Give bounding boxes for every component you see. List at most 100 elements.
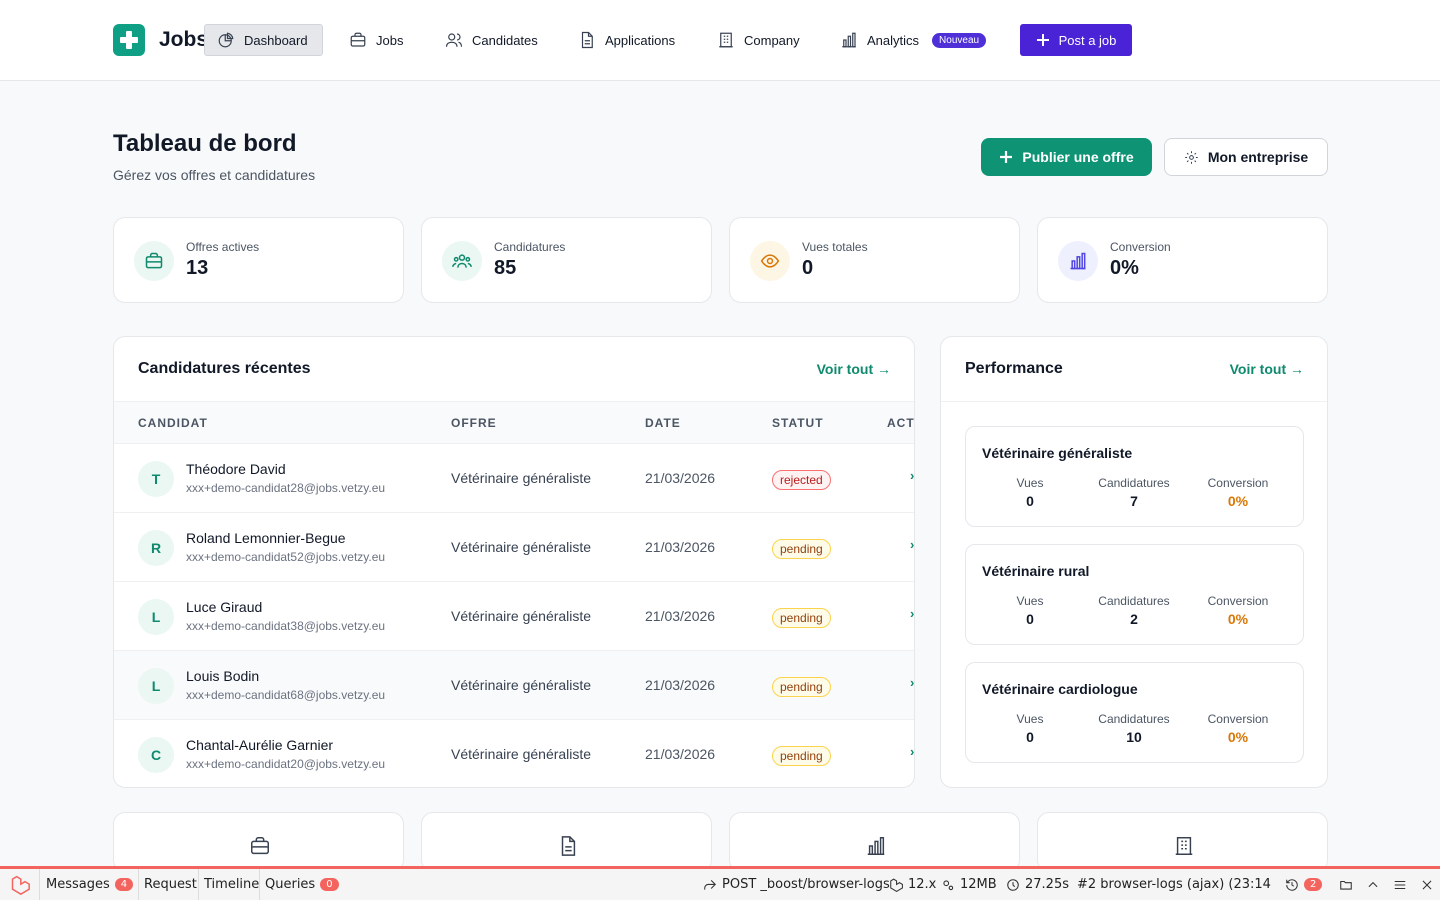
nav-jobs[interactable]: Jobs bbox=[337, 24, 415, 56]
close-icon[interactable] bbox=[1420, 869, 1434, 900]
performance-card[interactable]: Vétérinaire cardiologue Vues 0 Candidatu… bbox=[965, 662, 1304, 763]
offer-cell: Vétérinaire généraliste bbox=[451, 539, 592, 555]
stat-label: Conversion bbox=[1110, 240, 1171, 254]
request-id-text: #2 browser-logs (ajax) (23:14:12) bbox=[1077, 877, 1272, 892]
candidate-name[interactable]: Louis Bodin bbox=[186, 668, 259, 684]
stat-icon-wrap bbox=[1058, 241, 1098, 281]
date-cell: 21/03/2026 bbox=[645, 539, 716, 555]
quick-card-company[interactable] bbox=[1037, 812, 1328, 872]
nav-company[interactable]: Company bbox=[705, 24, 812, 56]
column-header[interactable]: ACT bbox=[887, 416, 914, 430]
laravel-logo-icon[interactable] bbox=[10, 869, 30, 900]
gear-icon bbox=[1185, 150, 1198, 164]
action-link[interactable]: › bbox=[910, 675, 914, 690]
date-cell: 21/03/2026 bbox=[645, 677, 716, 693]
candidate-name[interactable]: Luce Giraud bbox=[186, 599, 262, 615]
candidate-name[interactable]: Chantal-Aurélie Garnier bbox=[186, 737, 333, 753]
stat-card-conversion: Conversion 0% bbox=[1037, 217, 1328, 303]
nav-analytics[interactable]: Analytics Nouveau bbox=[828, 24, 998, 56]
post-job-button[interactable]: Post a job bbox=[1020, 24, 1132, 56]
action-link[interactable]: › bbox=[910, 468, 914, 483]
dashboard-icon bbox=[218, 32, 234, 48]
debug-request-select[interactable]: #2 browser-logs (ajax) (23:14:12) bbox=[1077, 869, 1272, 900]
debug-tab-messages[interactable]: Messages 4 bbox=[46, 869, 134, 900]
nav-applications-label: Applications bbox=[605, 32, 676, 48]
recent-view-all-link[interactable]: Voir tout → bbox=[817, 361, 891, 377]
eye-icon bbox=[760, 254, 780, 268]
chevron-up-icon[interactable] bbox=[1366, 869, 1380, 900]
debug-tab-request[interactable]: Request bbox=[144, 869, 197, 900]
metric-value: 2 bbox=[1130, 611, 1138, 627]
performance-job-title: Vétérinaire généraliste bbox=[982, 445, 1133, 461]
performance-card[interactable]: Vétérinaire rural Vues 0 Candidatures 2 … bbox=[965, 544, 1304, 645]
views-metric: Vues 0 bbox=[975, 712, 1085, 745]
action-link[interactable]: › bbox=[910, 606, 914, 621]
table-row[interactable]: L Luce Giraud xxx+demo-candidat38@jobs.v… bbox=[114, 581, 914, 650]
nav-dashboard[interactable]: Dashboard bbox=[204, 24, 323, 56]
date-cell: 21/03/2026 bbox=[645, 608, 716, 624]
column-header[interactable]: DATE bbox=[645, 416, 681, 430]
metric-value: 0% bbox=[1227, 493, 1249, 509]
metric-label: Conversion bbox=[1207, 594, 1269, 608]
my-company-button[interactable]: Mon entreprise bbox=[1164, 138, 1328, 176]
avatar: L bbox=[138, 599, 174, 635]
cogs-icon bbox=[943, 879, 954, 890]
metric-label: Candidatures bbox=[1098, 594, 1170, 608]
column-header[interactable]: CANDIDAT bbox=[138, 416, 208, 430]
briefcase-icon bbox=[145, 252, 163, 269]
table-row[interactable]: L Louis Bodin xxx+demo-candidat68@jobs.v… bbox=[114, 650, 914, 719]
recent-applications-panel: Candidatures récentes Voir tout → CANDID… bbox=[113, 336, 915, 788]
quick-card-applications[interactable] bbox=[421, 812, 712, 872]
count-badge: 0 bbox=[320, 878, 339, 891]
stat-label: Offres actives bbox=[186, 240, 260, 254]
settings-icon[interactable] bbox=[1393, 869, 1407, 900]
debug-tab-label: Queries bbox=[265, 877, 316, 892]
candidate-name[interactable]: Roland Lemonnier-Begue bbox=[186, 530, 346, 546]
offer-cell: Vétérinaire généraliste bbox=[451, 470, 592, 486]
my-company-label: Mon entreprise bbox=[1207, 149, 1309, 165]
count-badge: 2 bbox=[1304, 878, 1323, 891]
offer-cell: Vétérinaire généraliste bbox=[451, 677, 592, 693]
divider bbox=[941, 401, 1327, 402]
candidate-email: xxx+demo-candidat28@jobs.vetzy.eu bbox=[186, 481, 386, 495]
status-badge: pending bbox=[772, 539, 831, 559]
debug-history[interactable]: 2 bbox=[1285, 869, 1323, 900]
stat-card-applications: Candidatures 85 bbox=[421, 217, 712, 303]
performance-view-all-link[interactable]: Voir tout → bbox=[1230, 361, 1304, 377]
debug-tab-timeline[interactable]: Timeline bbox=[204, 869, 259, 900]
debug-bar: Messages 4 Request Timeline Queries 0 PO… bbox=[0, 866, 1440, 900]
stat-icon-wrap bbox=[442, 241, 482, 281]
publish-offer-label: Publier une offre bbox=[1022, 149, 1134, 165]
table-row[interactable]: C Chantal-Aurélie Garnier xxx+demo-candi… bbox=[114, 719, 914, 787]
nav-jobs-label: Jobs bbox=[376, 32, 404, 48]
table-row[interactable]: R Roland Lemonnier-Begue xxx+demo-candid… bbox=[114, 512, 914, 581]
nav-applications[interactable]: Applications bbox=[566, 24, 687, 56]
action-link[interactable]: › bbox=[910, 744, 914, 759]
action-link[interactable]: › bbox=[910, 537, 914, 552]
laravel-icon bbox=[890, 878, 903, 892]
debug-tab-queries[interactable]: Queries 0 bbox=[265, 869, 339, 900]
performance-title: Performance bbox=[965, 360, 1063, 377]
nav-candidates-label: Candidates bbox=[472, 32, 538, 48]
conversion-metric: Conversion 0% bbox=[1183, 712, 1293, 745]
avatar: C bbox=[138, 737, 174, 773]
column-header[interactable]: STATUT bbox=[772, 416, 824, 430]
applications-metric: Candidatures 10 bbox=[1079, 712, 1189, 745]
stat-icon-wrap bbox=[134, 241, 174, 281]
quick-card-analytics[interactable] bbox=[729, 812, 1020, 872]
quick-card-jobs[interactable] bbox=[113, 812, 404, 872]
table-row[interactable]: T Théodore David xxx+demo-candidat28@job… bbox=[114, 443, 914, 512]
nav-candidates[interactable]: Candidates bbox=[433, 24, 550, 56]
count-badge: 4 bbox=[114, 878, 134, 891]
document-icon bbox=[561, 836, 576, 856]
metric-label: Candidatures bbox=[1098, 476, 1170, 490]
folder-icon[interactable] bbox=[1339, 869, 1353, 900]
debug-route[interactable]: POST _boost/browser-logs bbox=[703, 869, 890, 900]
candidate-name[interactable]: Théodore David bbox=[186, 461, 286, 477]
applications-metric: Candidatures 7 bbox=[1079, 476, 1189, 509]
column-header[interactable]: OFFRE bbox=[451, 416, 497, 430]
brand[interactable]: Jobs bbox=[113, 24, 208, 56]
publish-offer-button[interactable]: Publier une offre bbox=[981, 138, 1152, 176]
status-badge: pending bbox=[772, 608, 831, 628]
performance-card[interactable]: Vétérinaire généraliste Vues 0 Candidatu… bbox=[965, 426, 1304, 527]
